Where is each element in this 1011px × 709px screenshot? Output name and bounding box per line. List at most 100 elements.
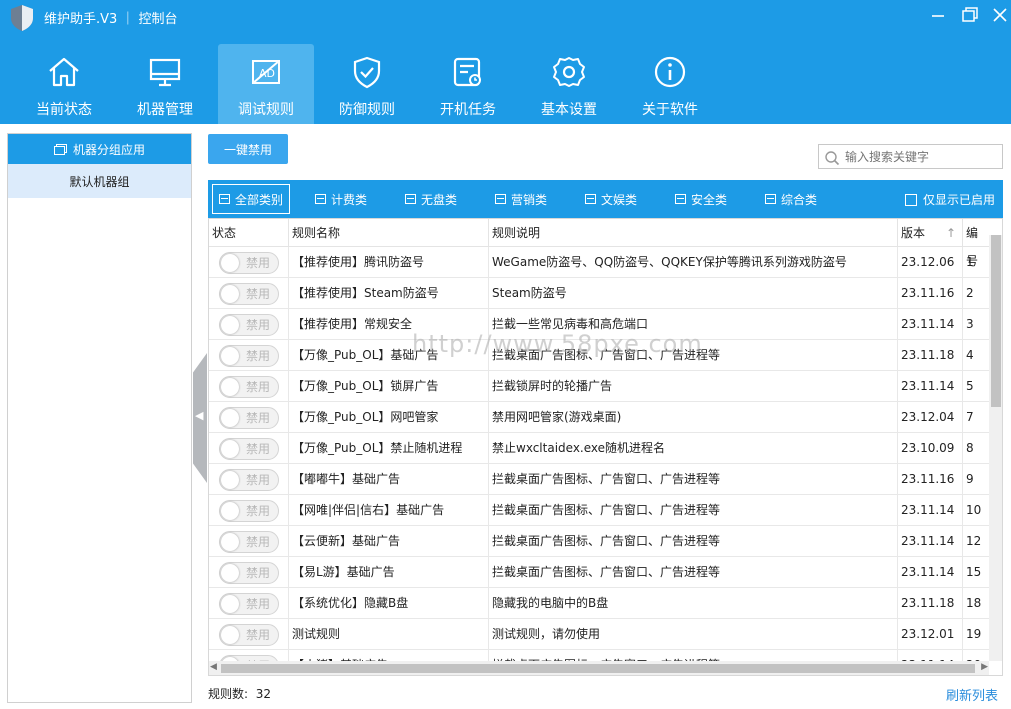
column-header-description[interactable]: 规则说明 — [489, 219, 898, 247]
toggle-knob — [221, 502, 239, 520]
table-row[interactable]: 禁用 【推荐使用】常规安全 拦截一些常见病毒和高危端口 23.11.14 3 — [209, 309, 989, 340]
rule-toggle[interactable]: 禁用 — [219, 252, 279, 274]
only-enabled-label: 仅显示已启用 — [922, 193, 995, 207]
rule-toggle[interactable]: 禁用 — [219, 283, 279, 305]
toggle-label: 禁用 — [246, 442, 271, 456]
rule-name-cell: 【万像_Pub_OL】锁屏广告 — [289, 371, 489, 402]
toggle-knob — [221, 626, 239, 644]
panel-collapse-handle[interactable]: ◀ — [193, 353, 207, 483]
category-tab-billing[interactable]: 计费类 — [309, 184, 373, 214]
category-tab-all[interactable]: 全部类别 — [212, 184, 291, 214]
category-tab-marketing[interactable]: 营销类 — [489, 184, 553, 214]
title-bar: 维护助手.V3 ｜ 控制台 — [0, 0, 1011, 34]
rule-name-cell: 【推荐使用】腾讯防盗号 — [289, 247, 489, 278]
nav-item-startup-tasks[interactable]: 开机任务 — [420, 44, 516, 124]
column-header-version-label: 版本 — [901, 226, 926, 240]
nav-item-defense-rules[interactable]: 防御规则 — [319, 44, 415, 124]
nav-label: 当前状态 — [36, 102, 92, 118]
toggle-knob — [221, 378, 239, 396]
table-row[interactable]: 禁用 【推荐使用】Steam防盗号 Steam防盗号 23.11.16 2 — [209, 278, 989, 309]
table-row[interactable]: 禁用 测试规则 测试规则，请勿使用 23.12.01 19 — [209, 619, 989, 650]
search-input[interactable] — [845, 148, 995, 166]
nav-item-settings[interactable]: 基本设置 — [521, 44, 617, 124]
close-icon[interactable] — [989, 4, 1011, 26]
table-row[interactable]: 禁用 【嘟嘟牛】基础广告 拦截桌面广告图标、广告窗口、广告进程等 23.11.16 9 — [209, 464, 989, 495]
rule-description-cell: 隐藏我的电脑中的B盘 — [489, 588, 898, 619]
rule-description-cell: 拦截桌面广告图标、广告窗口、广告进程等 — [489, 340, 898, 371]
column-header-id[interactable]: 编号 — [963, 219, 989, 268]
nav-label: 防御规则 — [339, 102, 395, 118]
status-cell: 禁用 — [209, 464, 289, 495]
status-cell: 禁用 — [209, 557, 289, 588]
category-label: 综合类 — [781, 192, 818, 207]
table-row[interactable]: 禁用 【易L游】基础广告 拦截桌面广告图标、广告窗口、广告进程等 23.11.14 15 — [209, 557, 989, 588]
rule-version-cell: 23.11.14 — [898, 371, 963, 402]
rule-toggle[interactable]: 禁用 — [219, 531, 279, 553]
rule-description-cell: 拦截锁屏时的轮播广告 — [489, 371, 898, 402]
toggle-knob — [221, 347, 239, 365]
refresh-list-link[interactable]: 刷新列表 — [946, 685, 998, 704]
scroll-right-icon[interactable]: ▶ — [981, 662, 988, 672]
table-row[interactable]: 禁用 【推荐使用】腾讯防盗号 WeGame防盗号、QQ防盗号、QQKEY保护等腾讯系… — [209, 247, 989, 278]
rule-version-cell: 23.11.18 — [898, 588, 963, 619]
horizontal-scroll-thumb[interactable] — [221, 664, 975, 673]
search-box[interactable] — [818, 144, 1003, 169]
rule-toggle[interactable]: 禁用 — [219, 314, 279, 336]
category-tab-security[interactable]: 安全类 — [669, 184, 733, 214]
scroll-left-icon[interactable]: ◀ — [210, 662, 217, 672]
minimize-icon[interactable] — [927, 4, 949, 26]
rule-toggle[interactable]: 禁用 — [219, 500, 279, 522]
status-cell: 禁用 — [209, 278, 289, 309]
rule-id-cell: 5 — [966, 379, 974, 393]
nav-item-about[interactable]: 关于软件 — [622, 44, 718, 124]
rule-toggle[interactable]: 禁用 — [219, 469, 279, 491]
rule-toggle[interactable]: 禁用 — [219, 562, 279, 584]
toggle-knob — [221, 409, 239, 427]
disable-all-button[interactable]: 一键禁用 — [208, 134, 288, 164]
rule-toggle[interactable]: 禁用 — [219, 345, 279, 367]
list-icon — [315, 194, 326, 204]
category-label: 全部类别 — [235, 192, 284, 207]
nav-item-debug-rules[interactable]: AD 调试规则 — [218, 44, 314, 124]
rule-version-cell: 23.11.14 — [898, 526, 963, 557]
table-row[interactable]: 禁用 【网唯|伴侣|信右】基础广告 拦截桌面广告图标、广告窗口、广告进程等 23.11… — [209, 495, 989, 526]
machine-group-header[interactable]: 机器分组应用 — [8, 134, 191, 164]
nav-item-status[interactable]: 当前状态 — [16, 44, 112, 124]
rule-version-cell: 23.11.14 — [898, 557, 963, 588]
rule-toggle[interactable]: 禁用 — [219, 376, 279, 398]
task-icon — [453, 57, 481, 87]
only-enabled-checkbox[interactable]: 仅显示已启用 — [904, 191, 995, 208]
rule-count-label: 规则数: — [208, 687, 249, 701]
maximize-icon[interactable] — [958, 4, 980, 26]
rule-description-cell: 拦截桌面广告图标、广告窗口、广告进程等 — [489, 526, 898, 557]
vertical-scroll-thumb[interactable] — [991, 235, 1001, 407]
table-row[interactable]: 禁用 【系统优化】隐藏B盘 隐藏我的电脑中的B盘 23.11.18 18 — [209, 588, 989, 619]
toggle-label: 禁用 — [246, 566, 271, 580]
table-row[interactable]: 禁用 【万像_Pub_OL】锁屏广告 拦截锁屏时的轮播广告 23.11.14 5 — [209, 371, 989, 402]
machine-group-item-default[interactable]: 默认机器组 — [8, 164, 191, 198]
table-row[interactable]: 禁用 【云便新】基础广告 拦截桌面广告图标、广告窗口、广告进程等 23.11.14 12 — [209, 526, 989, 557]
rule-name-cell: 【万像_Pub_OL】基础广告 — [289, 340, 489, 371]
category-tab-entertainment[interactable]: 文娱类 — [579, 184, 643, 214]
rule-description-cell: 拦截桌面广告图标、广告窗口、广告进程等 — [489, 464, 898, 495]
rule-toggle[interactable]: 禁用 — [219, 407, 279, 429]
column-header-status[interactable]: 状态 — [209, 219, 289, 247]
table-row[interactable]: 禁用 【万像_Pub_OL】网吧管家 禁用网吧管家(游戏桌面) 23.12.04 7 — [209, 402, 989, 433]
status-cell: 禁用 — [209, 309, 289, 340]
column-header-name[interactable]: 规则名称 — [289, 219, 489, 247]
nav-item-machines[interactable]: 机器管理 — [117, 44, 213, 124]
table-row[interactable]: 禁用 【万像_Pub_OL】基础广告 拦截桌面广告图标、广告窗口、广告进程等 23.1… — [209, 340, 989, 371]
column-header-version[interactable]: 版本 ↑ — [898, 219, 963, 247]
category-tab-diskless[interactable]: 无盘类 — [399, 184, 463, 214]
rule-toggle[interactable]: 禁用 — [219, 624, 279, 646]
vertical-scrollbar[interactable] — [989, 235, 1002, 661]
list-icon — [585, 194, 596, 204]
category-tab-general[interactable]: 综合类 — [759, 184, 823, 214]
rule-version-cell: 23.12.04 — [898, 402, 963, 433]
rule-toggle[interactable]: 禁用 — [219, 593, 279, 615]
rule-id-cell: 10 — [966, 503, 982, 517]
horizontal-scrollbar[interactable]: ◀ ▶ — [209, 661, 989, 675]
table-row[interactable]: 禁用 【万像_Pub_OL】禁止随机进程 禁止wxcltaidex.exe随机进程名… — [209, 433, 989, 464]
rule-toggle[interactable]: 禁用 — [219, 438, 279, 460]
toggle-knob — [221, 316, 239, 334]
